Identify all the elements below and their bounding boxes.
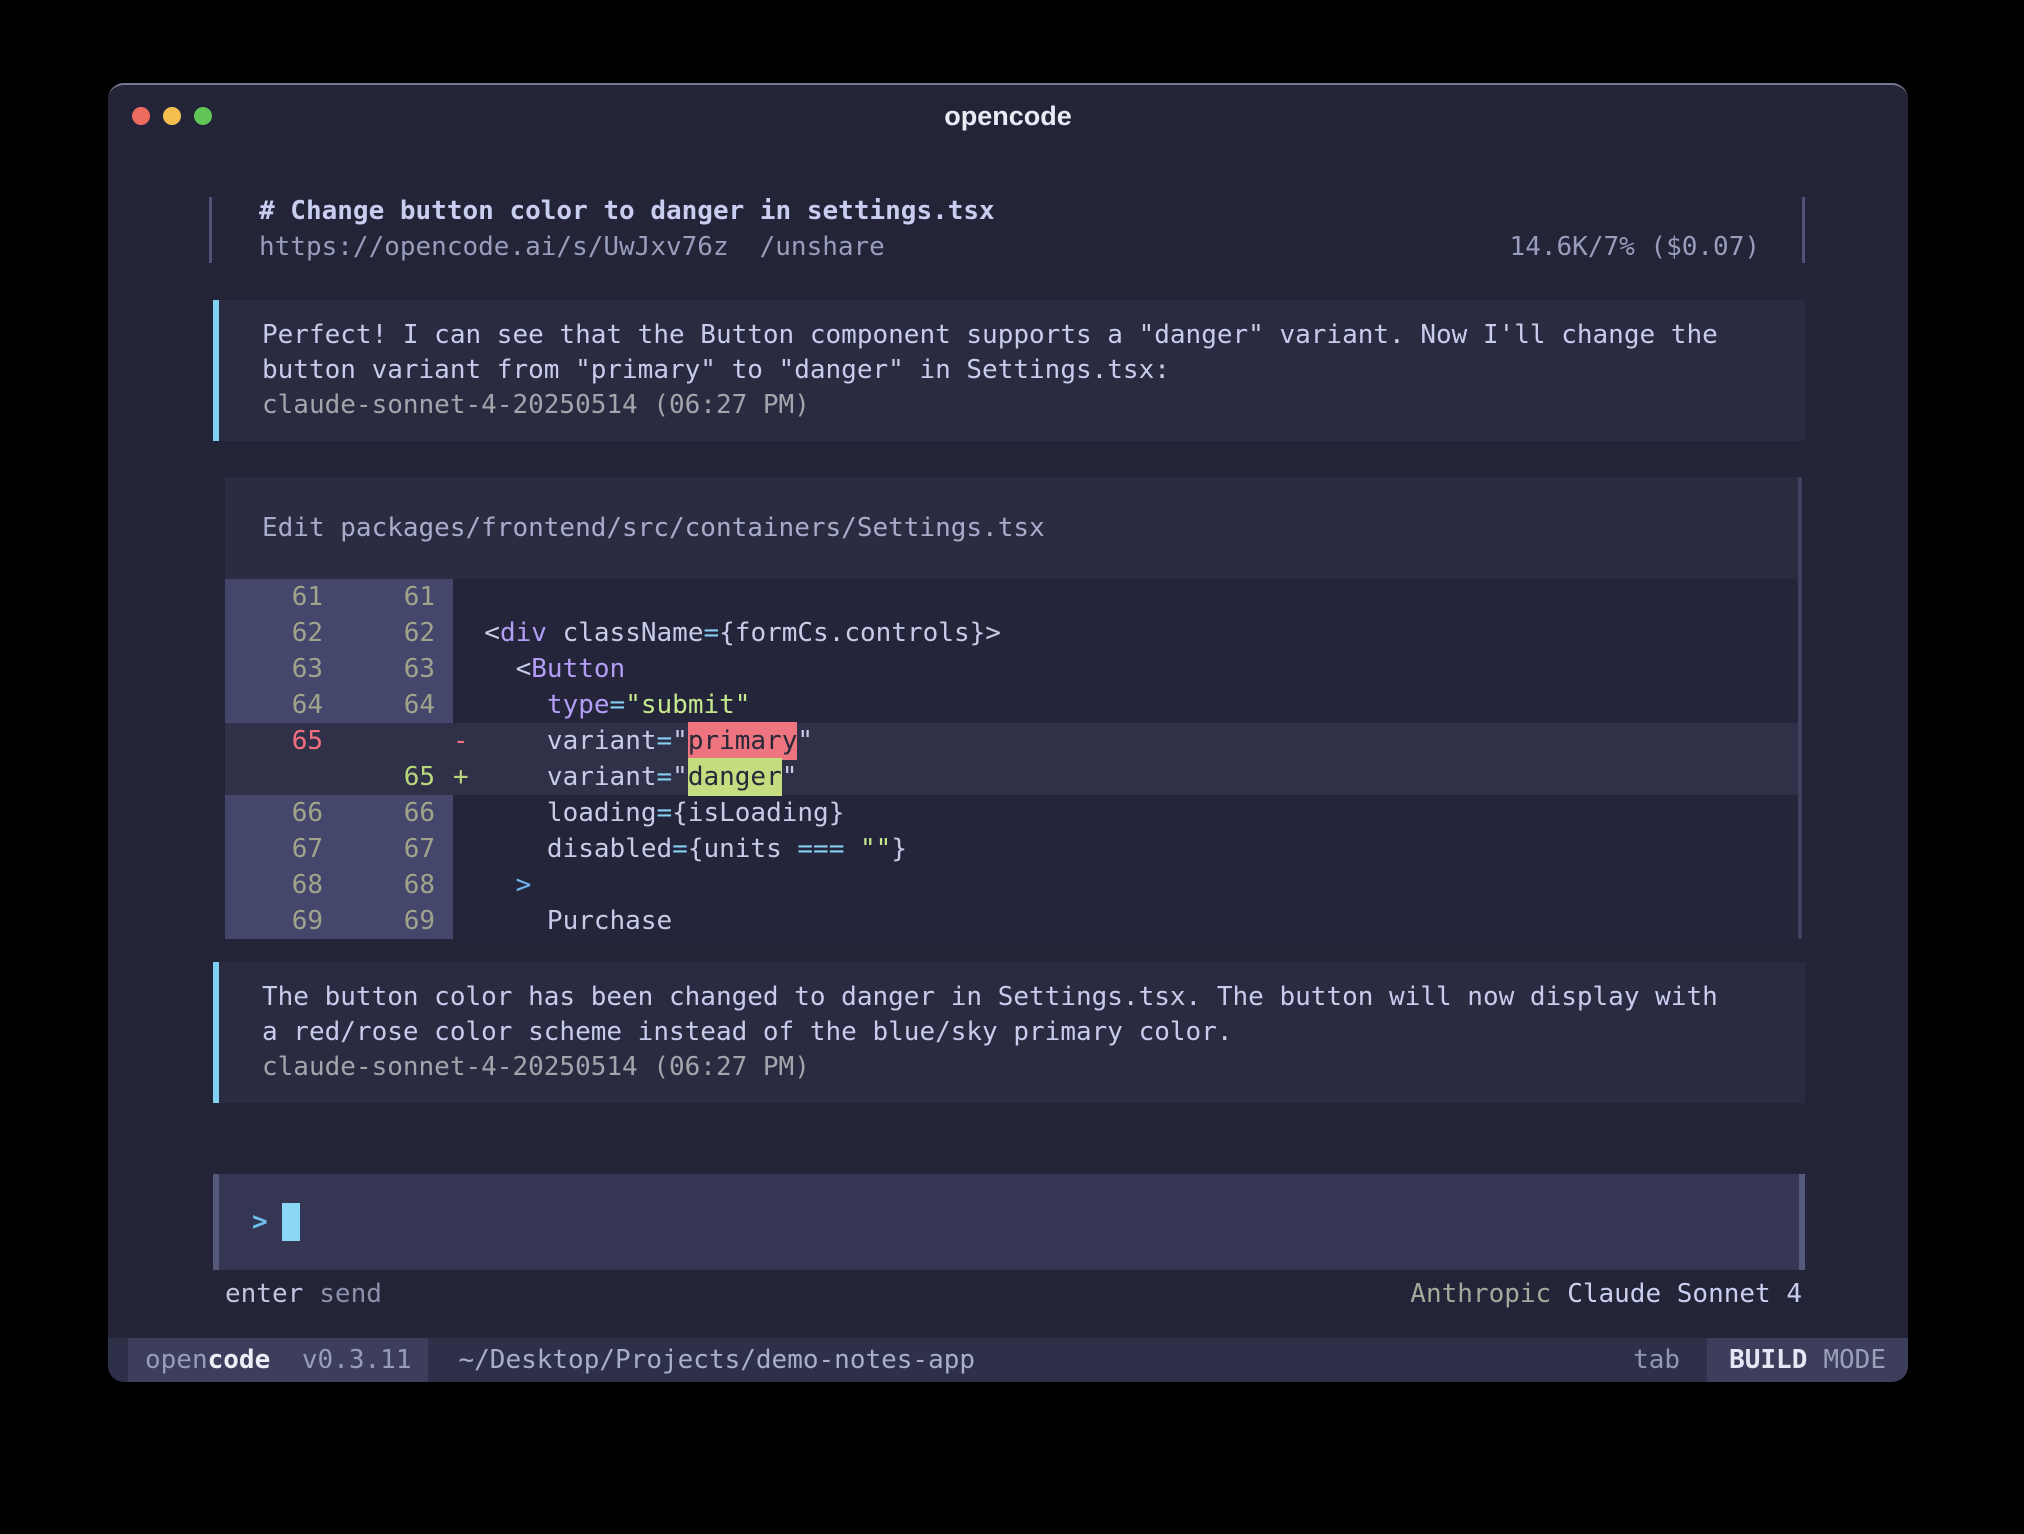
session-share-url[interactable]: https://opencode.ai/s/UwJxv76z <box>259 229 729 265</box>
diff-view: 61616262 <div className={formCs.controls… <box>225 579 1802 939</box>
edit-tool-card: Edit packages/frontend/src/containers/Se… <box>225 477 1802 939</box>
diff-old-lineno: 68 <box>225 867 323 903</box>
diff-gutter: 65 <box>225 723 453 759</box>
message-meta: claude-sonnet-4-20250514 (06:27 PM) <box>262 388 1765 423</box>
diff-code-line: > <box>453 867 1802 903</box>
footer-spacer <box>382 1276 1410 1312</box>
diff-gutter: 6969 <box>225 903 453 939</box>
diff-row: 6262 <div className={formCs.controls}> <box>225 615 1802 651</box>
model-name: Claude Sonnet 4 <box>1567 1276 1802 1312</box>
diff-gutter: 6666 <box>225 795 453 831</box>
diff-gutter: 6161 <box>225 579 453 615</box>
diff-gutter: 6767 <box>225 831 453 867</box>
assistant-message-1: Perfect! I can see that the Button compo… <box>213 300 1805 441</box>
prompt-symbol: > <box>252 1207 268 1237</box>
diff-row: 6363 <Button <box>225 651 1802 687</box>
diff-code-line: - variant="primary" <box>453 723 1802 759</box>
diff-row: 6767 disabled={units === ""} <box>225 831 1802 867</box>
header-spacer <box>885 229 1510 265</box>
diff-row: 6161 <box>225 579 1802 615</box>
diff-old-lineno: 67 <box>225 831 323 867</box>
assistant-message-2: The button color has been changed to dan… <box>213 962 1805 1103</box>
message-line: The button color has been changed to dan… <box>262 980 1765 1015</box>
diff-row: 6969 Purchase <box>225 903 1802 939</box>
diff-row: 6464 type="submit" <box>225 687 1802 723</box>
diff-new-lineno: 63 <box>323 651 435 687</box>
prompt-input[interactable]: > <box>213 1174 1805 1270</box>
diff-row: 6666 loading={isLoading} <box>225 795 1802 831</box>
diff-new-lineno: 64 <box>323 687 435 723</box>
titlebar: opencode <box>108 85 1908 143</box>
header-right-rule <box>1802 197 1805 263</box>
diff-gutter: 6868 <box>225 867 453 903</box>
diff-code-line: loading={isLoading} <box>453 795 1802 831</box>
diff-gutter: 6464 <box>225 687 453 723</box>
diff-row: 6868 > <box>225 867 1802 903</box>
token-usage: 14.6K/7% ($0.07) <box>1510 229 1760 265</box>
text-cursor <box>282 1203 300 1241</box>
working-directory: ~/Desktop/Projects/demo-notes-app <box>458 1345 975 1375</box>
diff-code-line: <div className={formCs.controls}> <box>453 615 1802 651</box>
diff-old-lineno: 65 <box>225 723 323 759</box>
diff-gutter: 6363 <box>225 651 453 687</box>
message-line: Perfect! I can see that the Button compo… <box>262 318 1765 353</box>
diff-old-lineno: 64 <box>225 687 323 723</box>
tab-key-hint: tab <box>1633 1345 1680 1375</box>
diff-new-lineno: 62 <box>323 615 435 651</box>
diff-old-lineno: 66 <box>225 795 323 831</box>
session-title: # Change button color to danger in setti… <box>259 196 995 226</box>
message-line: button variant from "primary" to "danger… <box>262 353 1765 388</box>
diff-gutter: 65 <box>225 759 453 795</box>
diff-gutter: 6262 <box>225 615 453 651</box>
diff-code-line: + variant="danger" <box>453 759 1802 795</box>
window-title: opencode <box>108 101 1908 132</box>
window: opencode # Change button color to danger… <box>108 83 1908 1382</box>
model-provider: Anthropic <box>1410 1276 1551 1312</box>
header-left-rule <box>209 197 212 263</box>
diff-new-lineno: 66 <box>323 795 435 831</box>
message-meta: claude-sonnet-4-20250514 (06:27 PM) <box>262 1050 1765 1085</box>
app-version: v0.3.11 <box>302 1345 412 1375</box>
diff-code-line: disabled={units === ""} <box>453 831 1802 867</box>
edit-tool-header: Edit packages/frontend/src/containers/Se… <box>225 477 1802 579</box>
app-version-chip: opencode v0.3.11 <box>128 1338 428 1382</box>
message-body: The button color has been changed to dan… <box>262 980 1765 1050</box>
diff-row: 65 + variant="danger" <box>225 759 1802 795</box>
send-action-hint: send <box>319 1276 382 1312</box>
footer-hint-row: enter send Anthropic Claude Sonnet 4 <box>225 1276 1802 1312</box>
diff-code-line <box>453 579 1802 615</box>
diff-old-lineno: 61 <box>225 579 323 615</box>
diff-code-line: type="submit" <box>453 687 1802 723</box>
diff-row: 65 - variant="primary" <box>225 723 1802 759</box>
diff-code-line: Purchase <box>453 903 1802 939</box>
unshare-link[interactable]: /unshare <box>760 229 885 265</box>
build-mode-badge: BUILD MODE <box>1707 1338 1908 1382</box>
enter-key-hint: enter <box>225 1276 303 1312</box>
diff-new-lineno: 65 <box>323 759 435 795</box>
diff-old-lineno: 69 <box>225 903 323 939</box>
diff-code-line: <Button <box>453 651 1802 687</box>
diff-new-lineno: 68 <box>323 867 435 903</box>
status-bar: opencode v0.3.11 ~/Desktop/Projects/demo… <box>108 1338 1908 1382</box>
app-name-open: open <box>145 1345 208 1375</box>
diff-new-lineno: 61 <box>323 579 435 615</box>
mode-label: MODE <box>1823 1345 1886 1375</box>
diff-new-lineno <box>323 723 435 759</box>
diff-new-lineno: 69 <box>323 903 435 939</box>
diff-old-lineno: 63 <box>225 651 323 687</box>
message-line: a red/rose color scheme instead of the b… <box>262 1015 1765 1050</box>
app-name-code: code <box>208 1345 271 1375</box>
diff-old-lineno <box>225 759 323 795</box>
session-header: # Change button color to danger in setti… <box>209 193 1805 265</box>
message-body: Perfect! I can see that the Button compo… <box>262 318 1765 388</box>
diff-old-lineno: 62 <box>225 615 323 651</box>
diff-new-lineno: 67 <box>323 831 435 867</box>
mode-label-bold: BUILD <box>1729 1345 1807 1375</box>
